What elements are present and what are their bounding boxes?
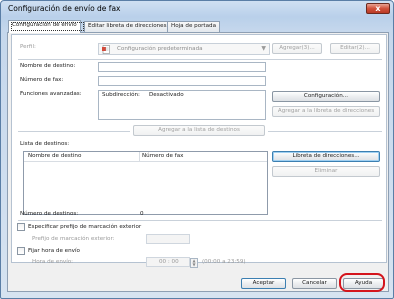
address-book-button[interactable]: Libreta de direcciones... (272, 151, 380, 162)
configuration-button[interactable]: Configuración... (272, 91, 380, 102)
destination-count-label: Número de destinos: (20, 211, 79, 217)
tab-send-settings[interactable]: Configuración de envío (8, 20, 84, 33)
profile-add-button[interactable]: Agregar(3)... (272, 43, 322, 54)
destination-list-table[interactable]: Nombre de destino Número de fax (23, 151, 268, 215)
outside-prefix-input[interactable] (146, 234, 190, 244)
send-time-range: (00:00 a 23:59) (202, 259, 246, 265)
cancel-button[interactable]: Cancelar (292, 278, 337, 289)
title-bar[interactable]: Configuración de envío de fax x (1, 1, 393, 17)
separator (18, 131, 130, 132)
delete-button[interactable]: Eliminar (272, 166, 380, 177)
add-to-destination-list-button[interactable]: Agregar a la lista de destinos (133, 125, 265, 136)
fax-settings-window: Configuración de envío de fax x Configur… (0, 0, 394, 299)
profile-edit-button[interactable]: Editar(2)... (330, 43, 380, 54)
subaddress-label: Subdirección: (102, 92, 140, 98)
outside-prefix-checkbox[interactable] (17, 223, 25, 231)
dialog-body: Perfil: Configuración predeterminada ▼ A… (7, 32, 389, 292)
outside-prefix-field-label: Prefijo de marcación exterior: (32, 236, 115, 242)
window-title: Configuración de envío de fax (8, 4, 121, 13)
tab-edit-address-book[interactable]: Editar libreta de direcciones (84, 21, 171, 32)
column-divider (139, 152, 140, 162)
subaddress-value: Desactivado (149, 92, 184, 98)
advanced-functions-box: Subdirección: Desactivado (98, 90, 266, 120)
column-header-fax-number[interactable]: Número de fax (142, 153, 183, 159)
add-to-address-book-button[interactable]: Agregar a la libreta de direcciones (272, 106, 380, 117)
help-button-highlight (339, 273, 385, 292)
tab-cover-sheet[interactable]: Hoja de portada (167, 21, 221, 32)
chevron-down-icon: ▼ (261, 45, 266, 52)
profile-select-value: Configuración predeterminada (117, 46, 203, 52)
send-time-checkbox-label[interactable]: Fijar hora de envío (28, 248, 80, 254)
destination-count-value: 0 (140, 211, 144, 217)
tab-cover-sheet-label: Hoja de portada (171, 23, 217, 29)
profile-label: Perfil: (20, 44, 36, 50)
send-time-value: 00 : 00 (159, 259, 179, 265)
advanced-functions-label: Funciones avanzadas: (20, 91, 82, 97)
separator (268, 131, 382, 132)
destination-list-label: Lista de destinos: (20, 141, 70, 147)
send-time-input[interactable]: 00 : 00 (146, 257, 190, 267)
send-time-label: Hora de envío: (32, 259, 74, 265)
send-settings-panel: Perfil: Configuración predeterminada ▼ A… (11, 34, 387, 268)
destination-name-label: Nombre de destino: (20, 63, 76, 69)
spin-down-icon[interactable]: ▼ (191, 263, 197, 267)
tab-focus-outline (11, 22, 84, 31)
outside-prefix-checkbox-label[interactable]: Especificar prefijo de marcación exterio… (28, 224, 141, 230)
separator (18, 59, 382, 60)
send-time-spinner[interactable]: ▲ ▼ (190, 258, 198, 268)
tab-edit-address-book-label: Editar libreta de direcciones (88, 23, 167, 29)
profile-select[interactable]: Configuración predeterminada ▼ (98, 43, 270, 55)
fax-number-input[interactable] (98, 76, 266, 86)
column-header-destination-name[interactable]: Nombre de destino (28, 153, 81, 159)
fax-number-label: Número de fax: (20, 77, 64, 83)
table-header: Nombre de destino Número de fax (24, 152, 267, 162)
address-book-button-label: Libreta de direcciones... (292, 153, 360, 159)
separator (18, 220, 382, 221)
accept-button[interactable]: Aceptar (241, 278, 286, 289)
destination-name-input[interactable] (98, 62, 266, 72)
profile-icon (102, 45, 110, 54)
send-time-checkbox[interactable] (17, 247, 25, 255)
close-button[interactable]: x (366, 3, 390, 14)
